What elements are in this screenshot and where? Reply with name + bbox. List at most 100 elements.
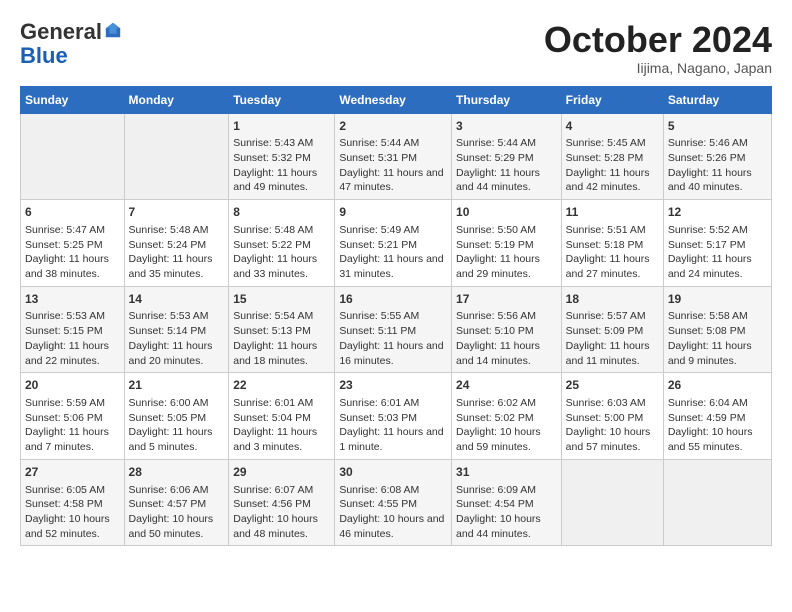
day-content: Sunrise: 5:57 AM Sunset: 5:09 PM Dayligh… [566,309,659,368]
calendar-cell: 20Sunrise: 5:59 AM Sunset: 5:06 PM Dayli… [21,373,125,460]
day-number: 9 [339,204,447,221]
day-content: Sunrise: 5:51 AM Sunset: 5:18 PM Dayligh… [566,223,659,282]
day-number: 27 [25,464,120,481]
day-content: Sunrise: 5:44 AM Sunset: 5:31 PM Dayligh… [339,136,447,195]
calendar-cell: 18Sunrise: 5:57 AM Sunset: 5:09 PM Dayli… [561,286,663,373]
day-content: Sunrise: 5:55 AM Sunset: 5:11 PM Dayligh… [339,309,447,368]
day-content: Sunrise: 5:54 AM Sunset: 5:13 PM Dayligh… [233,309,330,368]
day-number: 31 [456,464,557,481]
calendar-cell: 3Sunrise: 5:44 AM Sunset: 5:29 PM Daylig… [452,113,562,200]
day-number: 3 [456,118,557,135]
day-number: 1 [233,118,330,135]
calendar-cell: 11 Sunrise: 5:51 AM Sunset: 5:18 PM Dayli… [561,200,663,287]
day-number: 19 [668,291,767,308]
calendar-cell: 22 Sunrise: 6:01 AM Sunset: 5:04 PM Dayli… [229,373,335,460]
day-content: Sunrise: 5:48 AM Sunset: 5:22 PM Dayligh… [233,223,330,282]
day-number: 18 [566,291,659,308]
day-number: 12 [668,204,767,221]
day-number: 15 [233,291,330,308]
calendar-cell: 10Sunrise: 5:50 AM Sunset: 5:19 PM Dayli… [452,200,562,287]
calendar-cell: 30 Sunrise: 6:08 AM Sunset: 4:55 PM Dayli… [335,459,452,546]
calendar-cell: 17Sunrise: 5:56 AM Sunset: 5:10 PM Dayli… [452,286,562,373]
calendar-cell: 31 Sunrise: 6:09 AM Sunset: 4:54 PM Dayli… [452,459,562,546]
calendar-cell: 7 Sunrise: 5:48 AM Sunset: 5:24 PM Daylig… [124,200,229,287]
day-number: 25 [566,377,659,394]
day-content: Sunrise: 6:09 AM Sunset: 4:54 PM Dayligh… [456,483,557,542]
calendar-table: SundayMondayTuesdayWednesdayThursdayFrid… [20,86,772,547]
calendar-cell: 13Sunrise: 5:53 AM Sunset: 5:15 PM Dayli… [21,286,125,373]
page-header: General Blue October 2024 Iijima, Nagano… [20,20,772,76]
day-content: Sunrise: 6:06 AM Sunset: 4:57 PM Dayligh… [129,483,225,542]
calendar-cell: 9Sunrise: 5:49 AM Sunset: 5:21 PM Daylig… [335,200,452,287]
day-content: Sunrise: 5:53 AM Sunset: 5:14 PM Dayligh… [129,309,225,368]
calendar-cell: 12 Sunrise: 5:52 AM Sunset: 5:17 PM Dayli… [663,200,771,287]
calendar-cell [663,459,771,546]
day-content: Sunrise: 6:04 AM Sunset: 4:59 PM Dayligh… [668,396,767,455]
calendar-cell: 28 Sunrise: 6:06 AM Sunset: 4:57 PM Dayli… [124,459,229,546]
calendar-cell [561,459,663,546]
day-number: 2 [339,118,447,135]
weekday-header-row: SundayMondayTuesdayWednesdayThursdayFrid… [21,86,772,113]
day-content: Sunrise: 5:47 AM Sunset: 5:25 PM Dayligh… [25,223,120,282]
day-number: 24 [456,377,557,394]
day-number: 10 [456,204,557,221]
day-number: 16 [339,291,447,308]
weekday-header: Wednesday [335,86,452,113]
day-content: Sunrise: 6:08 AM Sunset: 4:55 PM Dayligh… [339,483,447,542]
day-number: 30 [339,464,447,481]
calendar-cell: 8 Sunrise: 5:48 AM Sunset: 5:22 PM Daylig… [229,200,335,287]
day-content: Sunrise: 5:58 AM Sunset: 5:08 PM Dayligh… [668,309,767,368]
day-number: 22 [233,377,330,394]
weekday-header: Monday [124,86,229,113]
calendar-cell: 6 Sunrise: 5:47 AM Sunset: 5:25 PM Daylig… [21,200,125,287]
day-content: Sunrise: 6:01 AM Sunset: 5:03 PM Dayligh… [339,396,447,455]
day-number: 8 [233,204,330,221]
day-number: 5 [668,118,767,135]
calendar-week-row: 6 Sunrise: 5:47 AM Sunset: 5:25 PM Daylig… [21,200,772,287]
calendar-cell: 2Sunrise: 5:44 AM Sunset: 5:31 PM Daylig… [335,113,452,200]
calendar-cell: 24 Sunrise: 6:02 AM Sunset: 5:02 PM Dayli… [452,373,562,460]
weekday-header: Thursday [452,86,562,113]
calendar-cell: 21 Sunrise: 6:00 AM Sunset: 5:05 PM Dayli… [124,373,229,460]
day-content: Sunrise: 6:02 AM Sunset: 5:02 PM Dayligh… [456,396,557,455]
day-content: Sunrise: 6:07 AM Sunset: 4:56 PM Dayligh… [233,483,330,542]
day-content: Sunrise: 5:53 AM Sunset: 5:15 PM Dayligh… [25,309,120,368]
calendar-cell: 14Sunrise: 5:53 AM Sunset: 5:14 PM Dayli… [124,286,229,373]
calendar-week-row: 27 Sunrise: 6:05 AM Sunset: 4:58 PM Dayli… [21,459,772,546]
day-number: 6 [25,204,120,221]
calendar-cell: 5Sunrise: 5:46 AM Sunset: 5:26 PM Daylig… [663,113,771,200]
day-content: Sunrise: 5:46 AM Sunset: 5:26 PM Dayligh… [668,136,767,195]
day-number: 13 [25,291,120,308]
logo-blue: Blue [20,43,68,68]
day-number: 17 [456,291,557,308]
day-number: 23 [339,377,447,394]
day-content: Sunrise: 5:44 AM Sunset: 5:29 PM Dayligh… [456,136,557,195]
day-number: 4 [566,118,659,135]
logo: General Blue [20,20,122,68]
calendar-cell: 15Sunrise: 5:54 AM Sunset: 5:13 PM Dayli… [229,286,335,373]
calendar-cell: 23 Sunrise: 6:01 AM Sunset: 5:03 PM Dayli… [335,373,452,460]
day-number: 28 [129,464,225,481]
month-title: October 2024 [544,20,772,60]
day-content: Sunrise: 5:56 AM Sunset: 5:10 PM Dayligh… [456,309,557,368]
day-content: Sunrise: 6:05 AM Sunset: 4:58 PM Dayligh… [25,483,120,542]
calendar-cell: 1Sunrise: 5:43 AM Sunset: 5:32 PM Daylig… [229,113,335,200]
logo-general: General [20,19,102,44]
day-content: Sunrise: 6:00 AM Sunset: 5:05 PM Dayligh… [129,396,225,455]
calendar-cell: 26Sunrise: 6:04 AM Sunset: 4:59 PM Dayli… [663,373,771,460]
day-number: 7 [129,204,225,221]
calendar-cell: 16Sunrise: 5:55 AM Sunset: 5:11 PM Dayli… [335,286,452,373]
day-content: Sunrise: 5:48 AM Sunset: 5:24 PM Dayligh… [129,223,225,282]
calendar-week-row: 1Sunrise: 5:43 AM Sunset: 5:32 PM Daylig… [21,113,772,200]
day-number: 21 [129,377,225,394]
day-number: 11 [566,204,659,221]
calendar-cell [21,113,125,200]
day-content: Sunrise: 5:43 AM Sunset: 5:32 PM Dayligh… [233,136,330,195]
day-content: Sunrise: 6:01 AM Sunset: 5:04 PM Dayligh… [233,396,330,455]
day-content: Sunrise: 5:52 AM Sunset: 5:17 PM Dayligh… [668,223,767,282]
day-content: Sunrise: 6:03 AM Sunset: 5:00 PM Dayligh… [566,396,659,455]
calendar-cell: 29Sunrise: 6:07 AM Sunset: 4:56 PM Dayli… [229,459,335,546]
logo-icon [104,21,122,39]
weekday-header: Sunday [21,86,125,113]
day-content: Sunrise: 5:45 AM Sunset: 5:28 PM Dayligh… [566,136,659,195]
